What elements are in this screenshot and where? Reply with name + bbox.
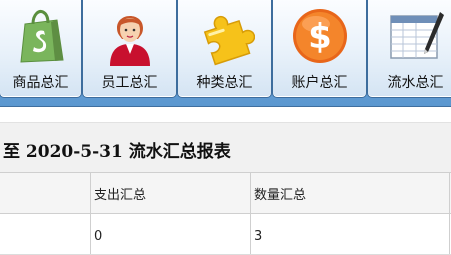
- quantity-total-value: 3: [254, 229, 263, 244]
- category-summary-label: 种类总汇: [196, 75, 253, 91]
- dollar-coin-icon: $: [290, 6, 350, 66]
- column-header-quantity-total: 数量汇总: [254, 188, 307, 203]
- expense-total-value: 0: [94, 229, 103, 244]
- goods-summary-label: 商品总汇: [12, 75, 69, 91]
- puzzle-piece-icon: [195, 6, 255, 66]
- spreadsheet-pen-icon: [386, 6, 446, 66]
- staff-summary-button[interactable]: 员工总汇: [82, 0, 177, 98]
- category-summary-button[interactable]: 种类总汇: [177, 0, 272, 98]
- toolbar: 商品总汇 员工总汇 种类总汇 $ 账户总汇 流水总汇: [0, 0, 451, 107]
- shopping-bag-icon: [11, 6, 71, 66]
- account-summary-button[interactable]: $ 账户总汇: [272, 0, 367, 98]
- goods-summary-button[interactable]: 商品总汇: [0, 0, 82, 98]
- svg-text:$: $: [308, 17, 332, 57]
- table-header: [0, 172, 451, 214]
- column-divider: [250, 172, 251, 255]
- transaction-summary-label: 流水总汇: [387, 75, 444, 91]
- column-divider: [90, 172, 91, 255]
- employee-person-icon: [100, 6, 160, 66]
- column-header-expense-total: 支出汇总: [94, 188, 147, 203]
- transaction-summary-button[interactable]: 流水总汇: [367, 0, 451, 98]
- column-divider: [449, 172, 450, 255]
- staff-summary-label: 员工总汇: [101, 75, 158, 91]
- account-summary-label: 账户总汇: [291, 75, 348, 91]
- report-title: 至 2020-5-31 流水汇总报表: [3, 142, 231, 162]
